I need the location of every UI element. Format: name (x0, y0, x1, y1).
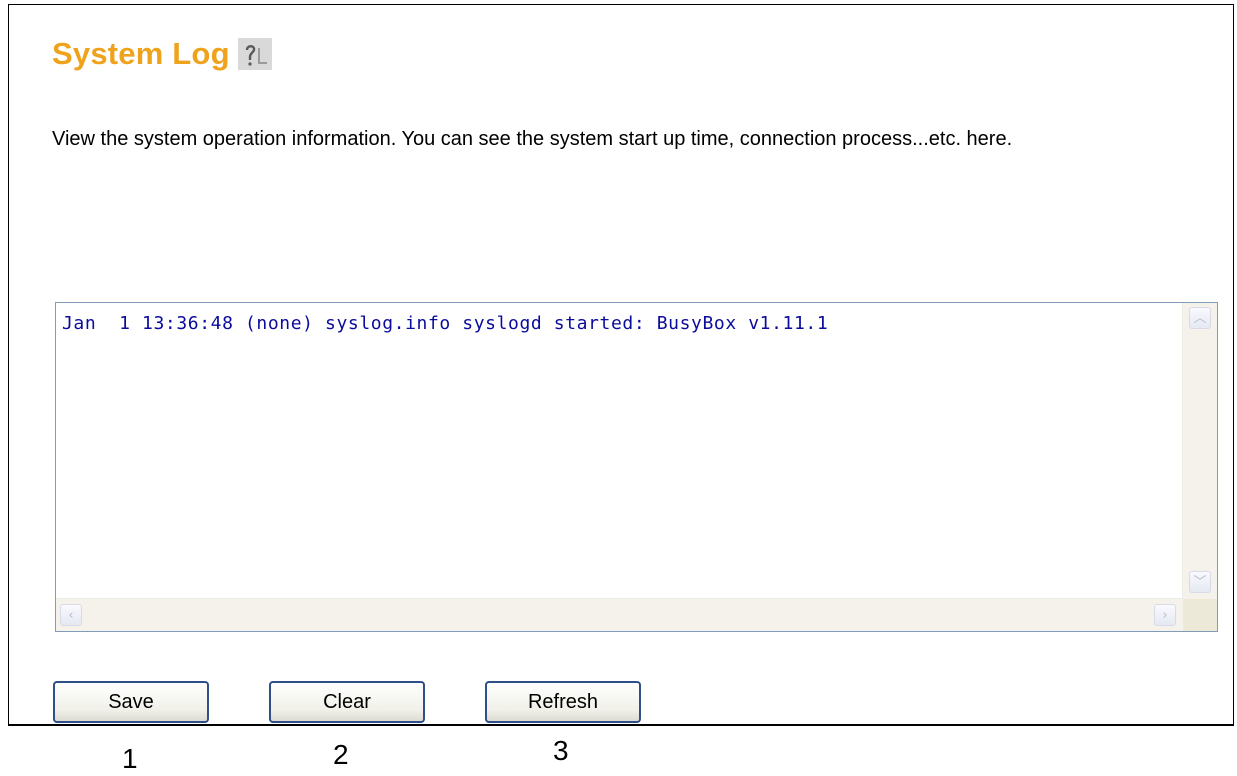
page-title: System Log (52, 36, 230, 71)
scroll-down-button[interactable]: ﹀ (1189, 571, 1211, 593)
log-content: Jan 1 13:36:48 (none) syslog.info syslog… (62, 313, 829, 334)
refresh-button[interactable]: Refresh (485, 681, 641, 723)
save-button[interactable]: Save (53, 681, 209, 723)
scroll-right-button[interactable]: › (1154, 604, 1176, 626)
help-icon[interactable] (237, 38, 272, 70)
page-description: View the system operation information. Y… (52, 128, 1013, 150)
horizontal-scrollbar[interactable]: ‹ › (56, 598, 1184, 631)
scroll-left-button[interactable]: ‹ (60, 604, 82, 626)
annotation-1: 1 (122, 743, 138, 774)
scroll-up-button[interactable]: ︿ (1189, 307, 1211, 329)
title-row: System Log (52, 32, 272, 76)
clear-button[interactable]: Clear (269, 681, 425, 723)
annotation-3: 3 (553, 735, 569, 766)
annotation-2: 2 (333, 739, 349, 770)
system-log-textarea[interactable]: Jan 1 13:36:48 (none) syslog.info syslog… (55, 302, 1218, 632)
scrollbar-corner (1183, 599, 1217, 631)
vertical-scrollbar[interactable]: ︿ ﹀ (1182, 303, 1217, 599)
